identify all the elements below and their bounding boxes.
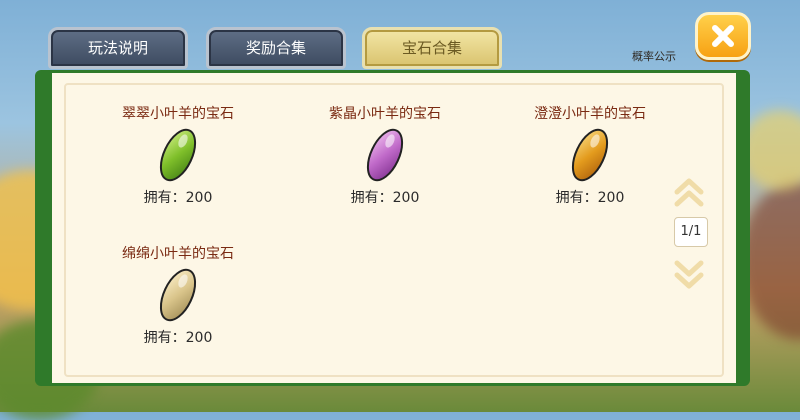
probability-disclosure-link[interactable]: 概率公示 bbox=[632, 48, 676, 64]
gem-name: 翠翠小叶羊的宝石 bbox=[122, 106, 234, 122]
gem-item[interactable]: 翠翠小叶羊的宝石 拥有：200 bbox=[78, 103, 278, 207]
gem-count: 拥有：200 bbox=[143, 190, 213, 206]
tab-reward-collection[interactable]: 奖励合集 bbox=[206, 27, 346, 69]
gem-item[interactable]: 澄澄小叶羊的宝石 拥有：200 bbox=[490, 103, 690, 207]
page-indicator: 1/1 bbox=[674, 217, 708, 247]
close-button[interactable] bbox=[695, 12, 751, 60]
tab-gem-collection[interactable]: 宝石合集 bbox=[362, 27, 502, 69]
gem-panel: 翠翠小叶羊的宝石 拥有：200 紫晶小叶羊的宝石 拥有：200 澄澄小叶羊的宝石… bbox=[52, 73, 736, 383]
gem-count: 拥有：200 bbox=[555, 190, 625, 206]
gem-name: 绵绵小叶羊的宝石 bbox=[122, 246, 234, 262]
gem-item[interactable]: 紫晶小叶羊的宝石 拥有：200 bbox=[285, 103, 485, 207]
beige-gem-icon bbox=[159, 268, 197, 322]
gem-item[interactable]: 绵绵小叶羊的宝石 拥有：200 bbox=[78, 243, 278, 347]
orange-gem-icon bbox=[571, 128, 609, 182]
close-icon bbox=[712, 25, 734, 47]
double-chevron-up-icon bbox=[674, 178, 704, 207]
purple-gem-icon bbox=[366, 128, 404, 182]
gem-name: 澄澄小叶羊的宝石 bbox=[534, 106, 646, 122]
tab-gameplay-instructions[interactable]: 玩法说明 bbox=[48, 27, 188, 69]
page-down-button[interactable] bbox=[672, 257, 706, 291]
gem-count: 拥有：200 bbox=[143, 330, 213, 346]
double-chevron-down-icon bbox=[674, 260, 704, 289]
page-up-button[interactable] bbox=[672, 176, 706, 210]
green-gem-icon bbox=[159, 128, 197, 182]
gem-name: 紫晶小叶羊的宝石 bbox=[329, 106, 441, 122]
gem-count: 拥有：200 bbox=[350, 190, 420, 206]
